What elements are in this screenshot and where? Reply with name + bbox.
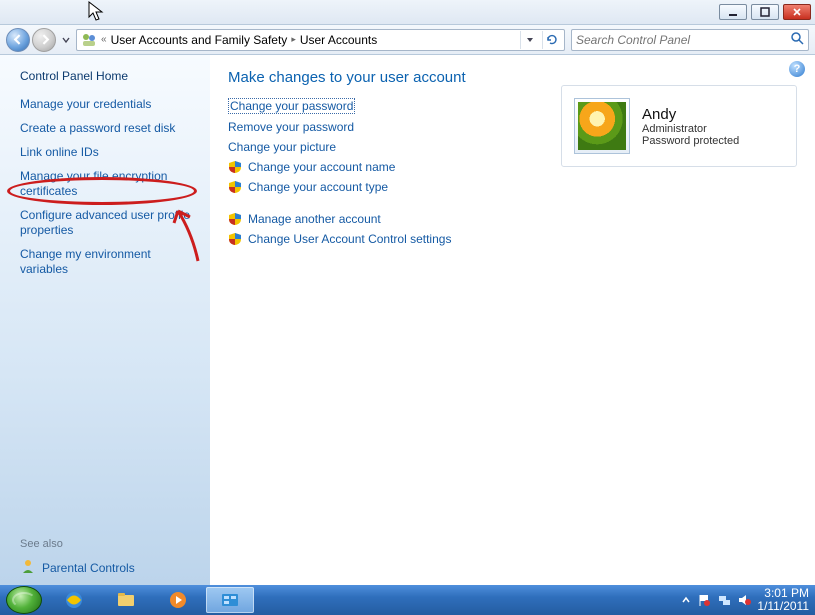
taskbar-mediaplayer[interactable] [154, 587, 202, 613]
sidebar-link-user-profile[interactable]: Configure advanced user profile properti… [20, 208, 198, 238]
account-card: Andy Administrator Password protected [561, 85, 797, 167]
sidebar-link-password-reset-disk[interactable]: Create a password reset disk [20, 121, 198, 136]
tray-volume-icon[interactable] [737, 593, 751, 607]
tray-flag-icon[interactable] [697, 593, 711, 607]
breadcrumb-prefix-icon: « [101, 34, 107, 45]
sidebar-links: Manage your credentials Create a passwor… [20, 97, 198, 277]
minimize-button[interactable] [719, 4, 747, 20]
control-panel-home-link[interactable]: Control Panel Home [20, 69, 198, 83]
forward-button[interactable] [32, 28, 56, 52]
breadcrumb[interactable]: User Accounts and Family Safety ▸ User A… [111, 33, 378, 47]
sidebar-link-credentials[interactable]: Manage your credentials [20, 97, 198, 112]
help-icon[interactable]: ? [789, 61, 805, 77]
refresh-button[interactable] [542, 31, 560, 49]
start-button[interactable] [6, 586, 42, 614]
maximize-button[interactable] [751, 4, 779, 20]
taskbar-control-panel[interactable] [206, 587, 254, 613]
sidebar-link-env-vars[interactable]: Change my environment variables [20, 247, 198, 277]
navigation-bar: « User Accounts and Family Safety ▸ User… [0, 25, 815, 55]
sidebar: Control Panel Home Manage your credentia… [0, 55, 210, 585]
search-input[interactable] [576, 33, 790, 47]
tray-chevron-icon[interactable] [681, 595, 691, 605]
account-status: Password protected [642, 135, 739, 147]
breadcrumb-category[interactable]: User Accounts and Family Safety [111, 33, 288, 47]
window-titlebar [0, 0, 815, 25]
taskbar-ie[interactable] [50, 587, 98, 613]
parental-controls-icon [20, 558, 36, 577]
content-area: ? Make changes to your user account Chan… [210, 55, 815, 585]
shield-icon [228, 232, 242, 246]
back-button[interactable] [6, 28, 30, 52]
link-change-password[interactable]: Change your password [228, 98, 355, 114]
account-role: Administrator [642, 123, 739, 135]
chevron-down-icon[interactable] [62, 36, 70, 44]
sidebar-link-online-ids[interactable]: Link online IDs [20, 145, 198, 160]
clock-date: 1/11/2011 [757, 600, 809, 613]
search-box[interactable] [571, 29, 809, 51]
avatar[interactable] [574, 98, 630, 154]
address-dropdown[interactable] [520, 31, 538, 49]
account-tasks-group-2: Manage another account Change User Accou… [228, 212, 797, 246]
parental-controls-label: Parental Controls [42, 561, 135, 575]
link-change-account-type[interactable]: Change your account type [228, 180, 797, 194]
shield-icon [228, 180, 242, 194]
system-tray: 3:01 PM 1/11/2011 [681, 587, 809, 613]
close-button[interactable] [783, 4, 811, 20]
shield-icon [228, 212, 242, 226]
parental-controls-link[interactable]: Parental Controls [20, 558, 198, 577]
search-icon[interactable] [790, 31, 804, 48]
link-manage-another-account[interactable]: Manage another account [228, 212, 797, 226]
tray-network-icon[interactable] [717, 593, 731, 607]
link-change-uac-settings[interactable]: Change User Account Control settings [228, 232, 797, 246]
shield-icon [228, 160, 242, 174]
see-also-heading: See also [20, 538, 198, 550]
account-name: Andy [642, 106, 739, 123]
breadcrumb-page[interactable]: User Accounts [300, 33, 377, 47]
taskbar-explorer[interactable] [102, 587, 150, 613]
address-bar[interactable]: « User Accounts and Family Safety ▸ User… [76, 29, 565, 51]
taskbar: 3:01 PM 1/11/2011 [0, 585, 815, 615]
page-heading: Make changes to your user account [228, 69, 797, 86]
user-accounts-icon [81, 32, 97, 48]
chevron-right-icon: ▸ [291, 34, 296, 45]
taskbar-clock[interactable]: 3:01 PM 1/11/2011 [757, 587, 809, 613]
sidebar-link-file-encryption[interactable]: Manage your file encryption certificates [20, 169, 198, 199]
